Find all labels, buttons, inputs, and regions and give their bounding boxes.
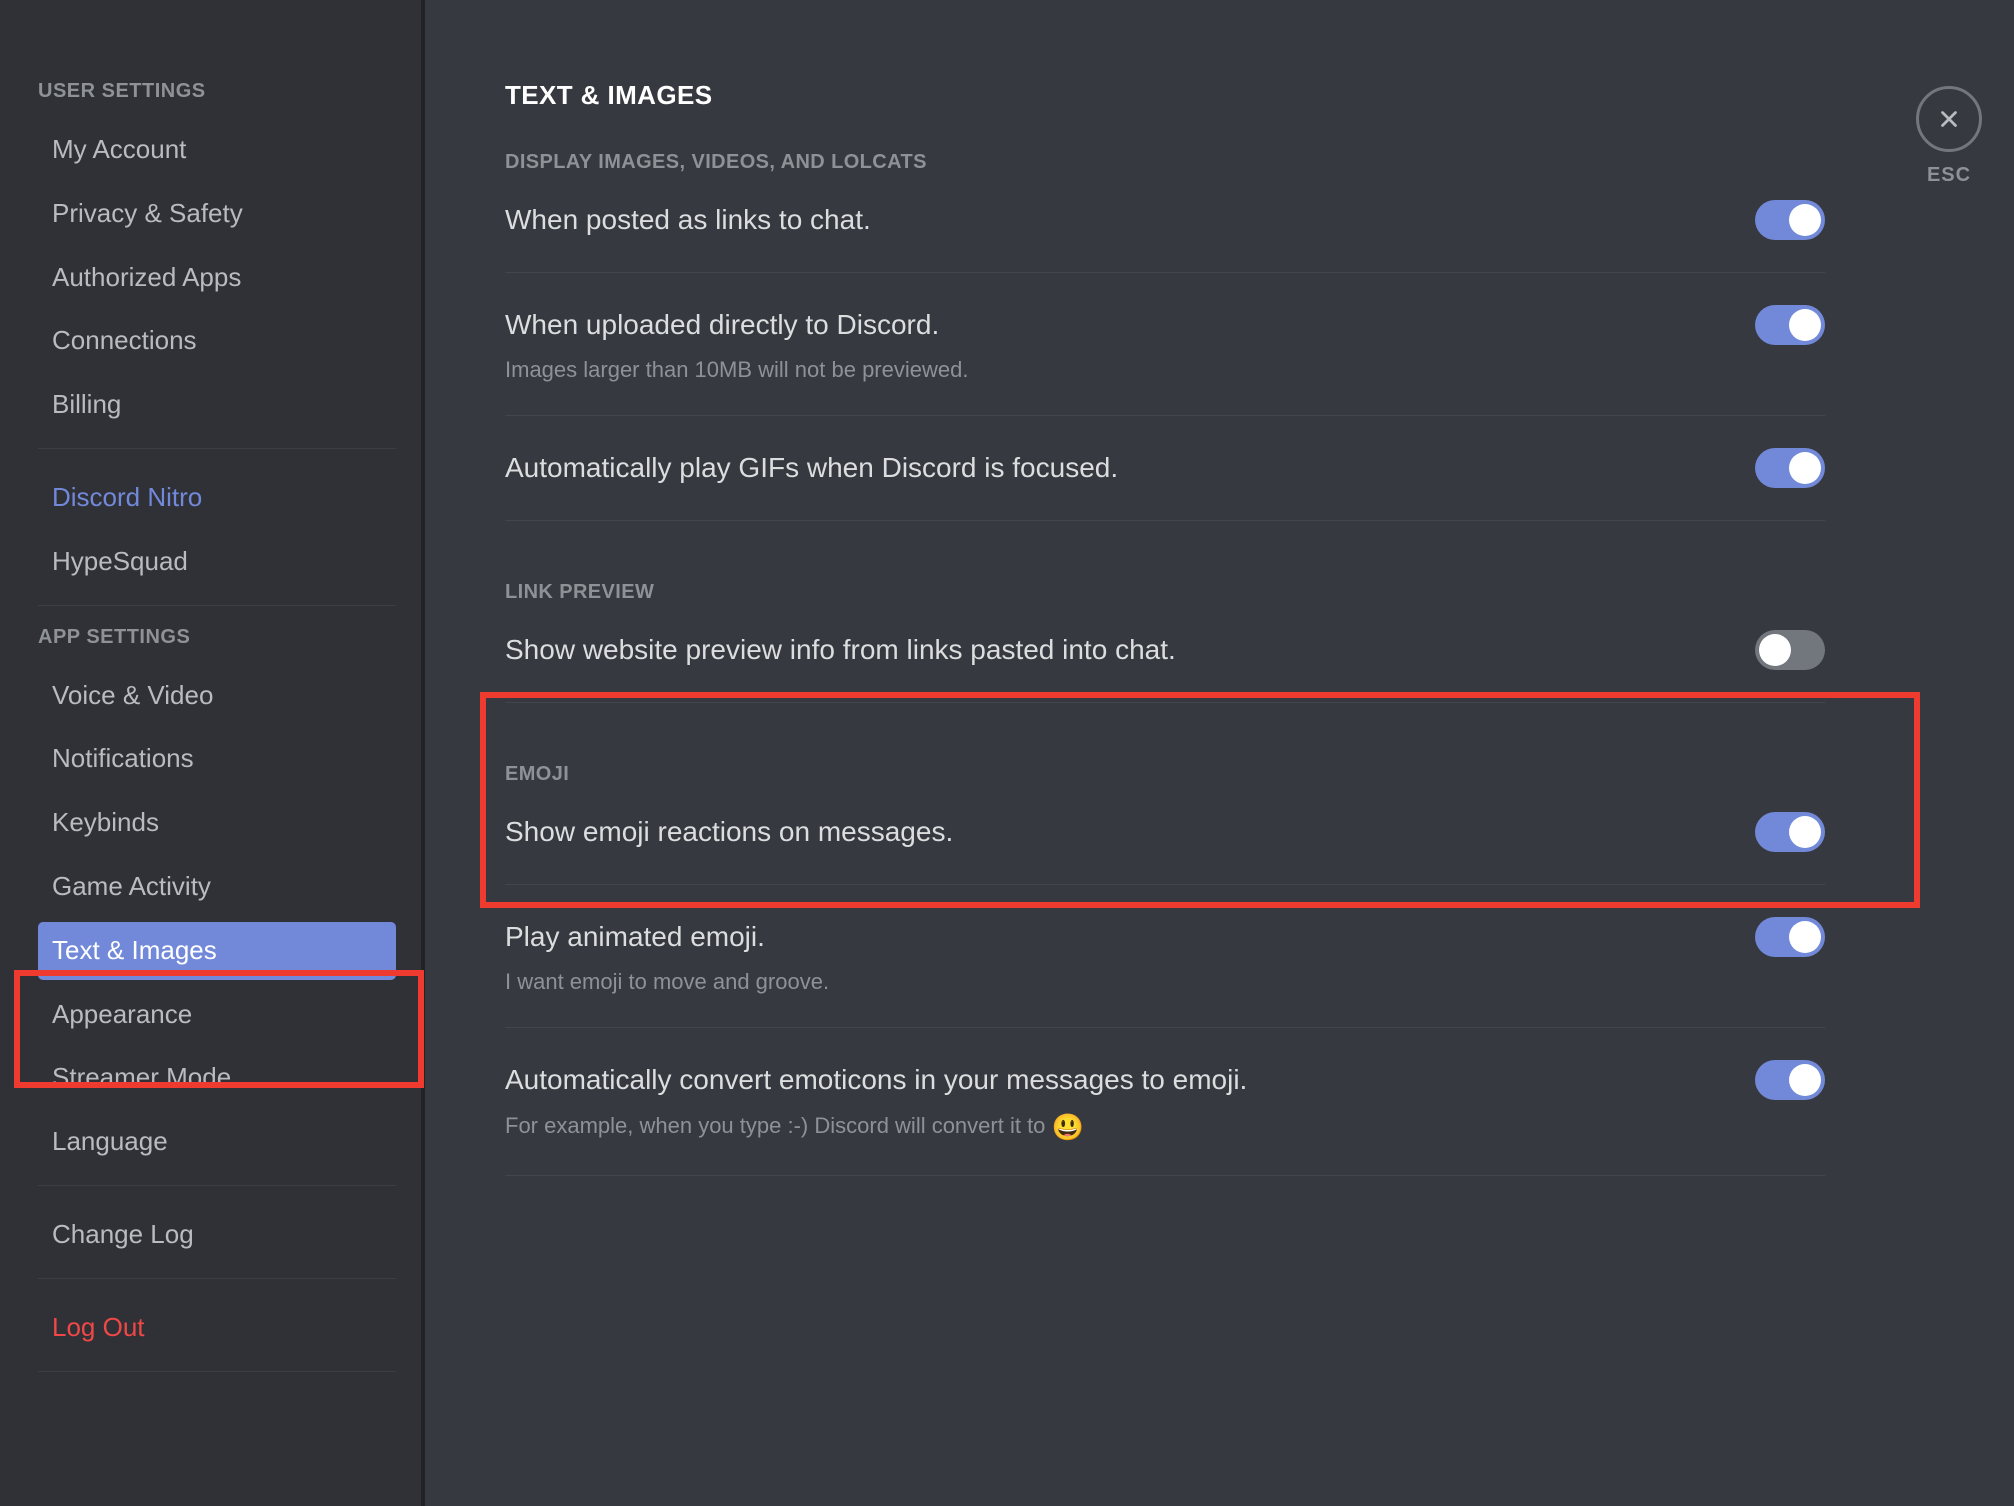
setting-label: Automatically play GIFs when Discord is … bbox=[505, 450, 1118, 486]
toggle-emoji-reactions[interactable] bbox=[1755, 812, 1825, 852]
setting-link-preview: Show website preview info from links pas… bbox=[505, 630, 1825, 703]
sidebar-divider bbox=[38, 1371, 396, 1372]
section-header-link-preview: Link Preview bbox=[505, 581, 1825, 604]
sidebar-item-streamer-mode[interactable]: Streamer Mode bbox=[38, 1049, 396, 1107]
setting-uploaded-directly: When uploaded directly to Discord. Image… bbox=[505, 305, 1825, 416]
toggle-posted-as-links[interactable] bbox=[1755, 200, 1825, 240]
close-area: ESC bbox=[1916, 86, 1982, 187]
close-icon bbox=[1936, 106, 1962, 132]
smile-emoji-icon: 😃 bbox=[1052, 1112, 1084, 1142]
user-settings-header: User Settings bbox=[38, 80, 396, 103]
page-title: Text & Images bbox=[505, 80, 1934, 111]
sidebar-item-notifications[interactable]: Notifications bbox=[38, 730, 396, 788]
sidebar-divider bbox=[38, 448, 396, 449]
setting-note: Images larger than 10MB will not be prev… bbox=[505, 357, 1825, 383]
setting-label: When posted as links to chat. bbox=[505, 202, 871, 238]
setting-convert-emoticons: Automatically convert emoticons in your … bbox=[505, 1060, 1825, 1176]
sidebar-item-log-out[interactable]: Log Out bbox=[38, 1299, 396, 1357]
sidebar-item-discord-nitro[interactable]: Discord Nitro bbox=[38, 469, 396, 527]
section-header-emoji: Emoji bbox=[505, 763, 1825, 786]
setting-label: Show emoji reactions on messages. bbox=[505, 814, 953, 850]
setting-note: I want emoji to move and groove. bbox=[505, 969, 1825, 995]
settings-content: ESC Text & Images Display Images, Videos… bbox=[425, 0, 2014, 1506]
toggle-uploaded-directly[interactable] bbox=[1755, 305, 1825, 345]
close-button[interactable] bbox=[1916, 86, 1982, 152]
sidebar-item-privacy-safety[interactable]: Privacy & Safety bbox=[38, 185, 396, 243]
setting-label: Play animated emoji. bbox=[505, 919, 765, 955]
setting-label: Show website preview info from links pas… bbox=[505, 632, 1176, 668]
sidebar-item-keybinds[interactable]: Keybinds bbox=[38, 794, 396, 852]
sidebar-divider bbox=[38, 1278, 396, 1279]
setting-note: For example, when you type :-) Discord w… bbox=[505, 1112, 1825, 1143]
setting-label: When uploaded directly to Discord. bbox=[505, 307, 939, 343]
sidebar-item-billing[interactable]: Billing bbox=[38, 376, 396, 434]
sidebar-item-change-log[interactable]: Change Log bbox=[38, 1206, 396, 1264]
sidebar-item-authorized-apps[interactable]: Authorized Apps bbox=[38, 249, 396, 307]
setting-posted-as-links: When posted as links to chat. bbox=[505, 200, 1825, 273]
toggle-link-preview[interactable] bbox=[1755, 630, 1825, 670]
sidebar-item-language[interactable]: Language bbox=[38, 1113, 396, 1171]
sidebar-divider bbox=[38, 605, 396, 606]
setting-emoji-reactions: Show emoji reactions on messages. bbox=[505, 812, 1825, 885]
section-display-images: Display Images, Videos, and Lolcats When… bbox=[505, 151, 1825, 521]
sidebar-item-game-activity[interactable]: Game Activity bbox=[38, 858, 396, 916]
sidebar-divider bbox=[38, 1185, 396, 1186]
toggle-convert-emoticons[interactable] bbox=[1755, 1060, 1825, 1100]
setting-label: Automatically convert emoticons in your … bbox=[505, 1062, 1247, 1098]
section-header-display: Display Images, Videos, and Lolcats bbox=[505, 151, 1825, 174]
sidebar-item-appearance[interactable]: Appearance bbox=[38, 986, 396, 1044]
close-label: ESC bbox=[1916, 164, 1982, 187]
toggle-animated-emoji[interactable] bbox=[1755, 917, 1825, 957]
app-settings-header: App Settings bbox=[38, 626, 396, 649]
sidebar-item-text-images[interactable]: Text & Images bbox=[38, 922, 396, 980]
sidebar-item-my-account[interactable]: My Account bbox=[38, 121, 396, 179]
sidebar-item-voice-video[interactable]: Voice & Video bbox=[38, 667, 396, 725]
sidebar-item-connections[interactable]: Connections bbox=[38, 312, 396, 370]
section-emoji: Emoji Show emoji reactions on messages. … bbox=[505, 763, 1825, 1176]
section-link-preview: Link Preview Show website preview info f… bbox=[505, 581, 1825, 703]
sidebar-item-hypesquad[interactable]: HypeSquad bbox=[38, 533, 396, 591]
settings-sidebar: User Settings My Account Privacy & Safet… bbox=[0, 0, 425, 1506]
setting-auto-play-gifs: Automatically play GIFs when Discord is … bbox=[505, 448, 1825, 521]
toggle-auto-play-gifs[interactable] bbox=[1755, 448, 1825, 488]
setting-animated-emoji: Play animated emoji. I want emoji to mov… bbox=[505, 917, 1825, 1028]
